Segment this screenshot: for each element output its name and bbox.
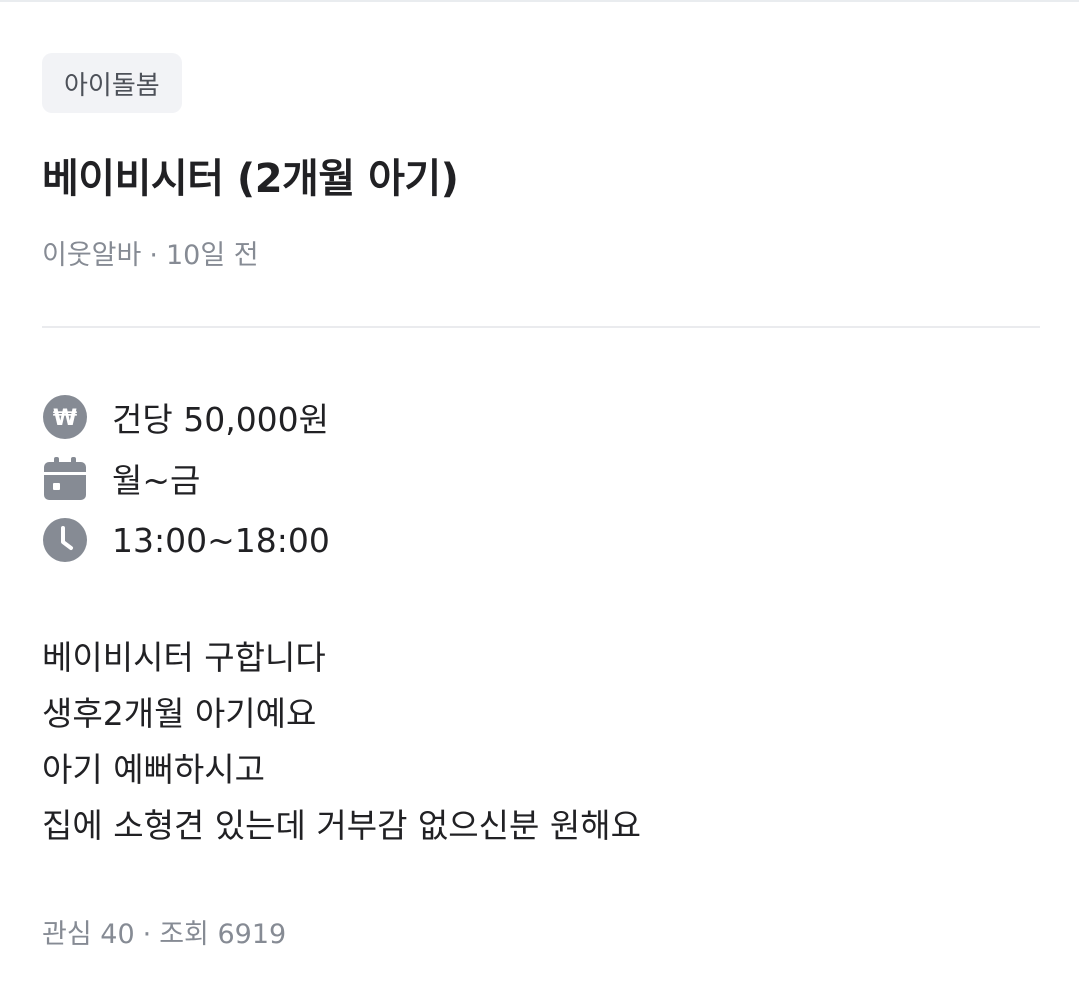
post-title: 베이비시터 (2개월 아기)	[42, 156, 459, 202]
time-row: 13:00~18:00	[42, 516, 330, 564]
pay-row: ₩ 건당 50,000원	[42, 393, 329, 441]
time-text: 13:00~18:00	[112, 520, 330, 560]
posted-time: 10일 전	[165, 240, 259, 271]
post-description: 베이비시터 구합니다 생후2개월 아기예요 아기 예뻐하시고 집에 소형견 있는…	[42, 630, 641, 854]
author-name[interactable]: 이웃알바	[42, 240, 141, 271]
description-line: 집에 소형견 있는데 거부감 없으신분 원해요	[42, 806, 641, 845]
won-icon: ₩	[42, 394, 88, 440]
view-count: 조회 6919	[159, 919, 287, 950]
description-line: 베이비시터 구합니다	[42, 638, 326, 677]
days-row: 월~금	[42, 454, 200, 502]
svg-text:₩: ₩	[53, 406, 77, 431]
description-line: 아기 예뻐하시고	[42, 750, 266, 789]
description-line: 생후2개월 아기예요	[42, 694, 317, 733]
divider	[42, 326, 1040, 328]
meta-separator: ·	[149, 240, 158, 271]
interest-count: 관심 40	[42, 919, 135, 950]
days-text: 월~금	[112, 461, 201, 500]
category-chip[interactable]: 아이돌봄	[42, 53, 182, 113]
clock-icon	[42, 517, 88, 563]
calendar-icon	[42, 455, 88, 501]
post-meta: 이웃알바 · 10일 전	[42, 233, 259, 272]
stats-separator: ·	[142, 919, 152, 950]
pay-text: 건당 50,000원	[112, 400, 330, 439]
post-stats: 관심 40 · 조회 6919	[42, 912, 286, 951]
top-border	[0, 0, 1079, 2]
